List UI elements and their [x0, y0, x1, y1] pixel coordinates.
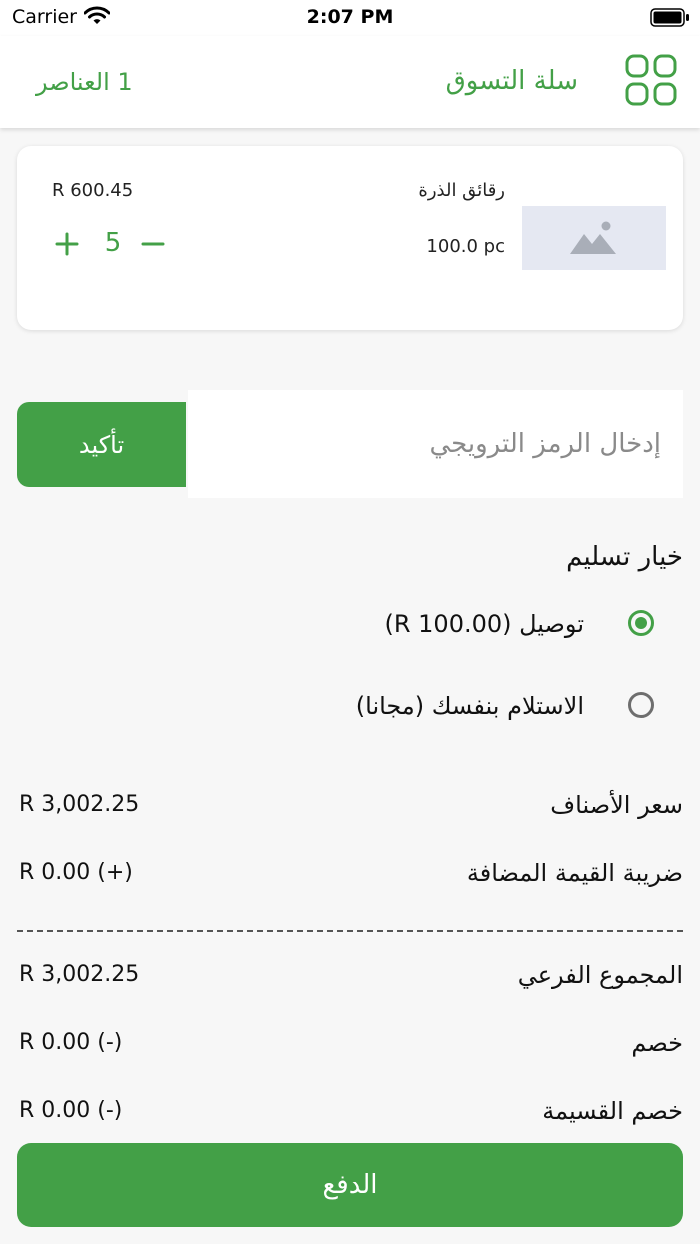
subtotal-label: المجموع الفرعي [517, 961, 683, 989]
delivery-option-label[interactable]: توصيل (R 100.00) [384, 610, 584, 638]
delivery-option-title: خيار تسليم [566, 542, 683, 572]
delivery-radio-selected[interactable] [628, 610, 654, 636]
quantity-value: 5 [104, 228, 122, 258]
promo-code-input[interactable] [188, 390, 681, 498]
items-price-label: سعر الأصناف [550, 791, 683, 819]
product-price: R 600.45 [52, 180, 134, 201]
confirm-promo-button[interactable]: تأكيد [17, 402, 186, 487]
status-bar: Carrier 2:07 PM [0, 0, 700, 36]
discount-value: R 0.00 (-) [19, 1030, 123, 1055]
app-header: 1 العناصر سلة التسوق [0, 36, 700, 128]
plus-icon[interactable] [55, 232, 79, 256]
items-price-value: R 3,002.25 [19, 792, 140, 817]
pickup-option-label[interactable]: الاستلام بنفسك (مجانا) [356, 692, 584, 720]
minus-icon[interactable] [141, 232, 165, 256]
image-placeholder-icon [570, 221, 616, 254]
coupon-discount-label: خصم القسيمة [542, 1097, 683, 1125]
product-unit: 100.0 pc [426, 236, 505, 257]
dashed-divider [17, 930, 683, 932]
page-title: سلة التسوق [445, 66, 578, 96]
pay-button[interactable]: الدفع [17, 1143, 683, 1227]
cart-item-card: رقائق الذرة 100.0 pc R 600.45 5 [17, 146, 683, 330]
discount-label: خصم [631, 1029, 683, 1057]
product-name: رقائق الذرة [418, 180, 505, 201]
vat-label: ضريبة القيمة المضافة [466, 859, 683, 887]
product-image [522, 206, 666, 270]
pickup-radio[interactable] [628, 692, 654, 718]
status-time: 2:07 PM [306, 6, 394, 28]
battery-icon [650, 8, 689, 27]
coupon-discount-value: R 0.00 (-) [19, 1098, 123, 1123]
vat-value: R 0.00 (+) [19, 860, 133, 885]
radio-dot [635, 617, 647, 629]
subtotal-value: R 3,002.25 [19, 962, 140, 987]
items-count: 1 العناصر [36, 68, 133, 96]
promo-code-field [188, 390, 683, 498]
grid-menu-icon[interactable] [625, 54, 679, 108]
